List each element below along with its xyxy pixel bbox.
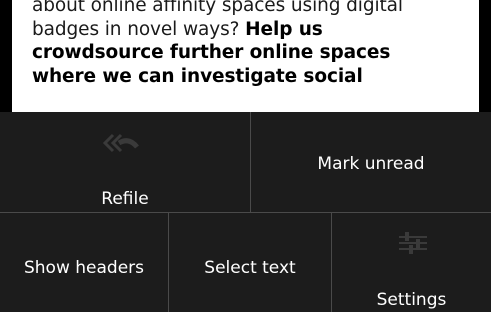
settings-menu-item[interactable]: Settings: [332, 213, 491, 312]
screen: about online affinity spaces using digit…: [0, 0, 491, 312]
mark-unread-label: Mark unread: [317, 154, 425, 174]
refile-menu-item[interactable]: Refile: [0, 112, 251, 213]
message-line: about online affinity spaces using digit…: [32, 0, 403, 16]
select-text-label: Select text: [204, 258, 296, 278]
message-line: badges in novel ways?: [32, 18, 246, 40]
mark-unread-menu-item[interactable]: Mark unread: [251, 112, 491, 213]
message-body: about online affinity spaces using digit…: [12, 0, 479, 112]
settings-icon: [397, 230, 429, 260]
message-bold-text: crowdsource further online spaces: [32, 42, 391, 63]
message-bold-text: Help us: [245, 18, 323, 40]
message-text: about online affinity spaces using digit…: [32, 0, 472, 88]
refile-icon: [102, 131, 139, 159]
message-bold-text: where we can investigate social: [32, 65, 363, 87]
select-text-menu-item[interactable]: Select text: [169, 213, 332, 312]
refile-label: Refile: [101, 189, 149, 209]
settings-label: Settings: [376, 290, 447, 310]
show-headers-menu-item[interactable]: Show headers: [0, 213, 169, 312]
options-menu: Refile Mark unread Show headers Select t…: [0, 112, 491, 312]
show-headers-label: Show headers: [23, 258, 145, 278]
